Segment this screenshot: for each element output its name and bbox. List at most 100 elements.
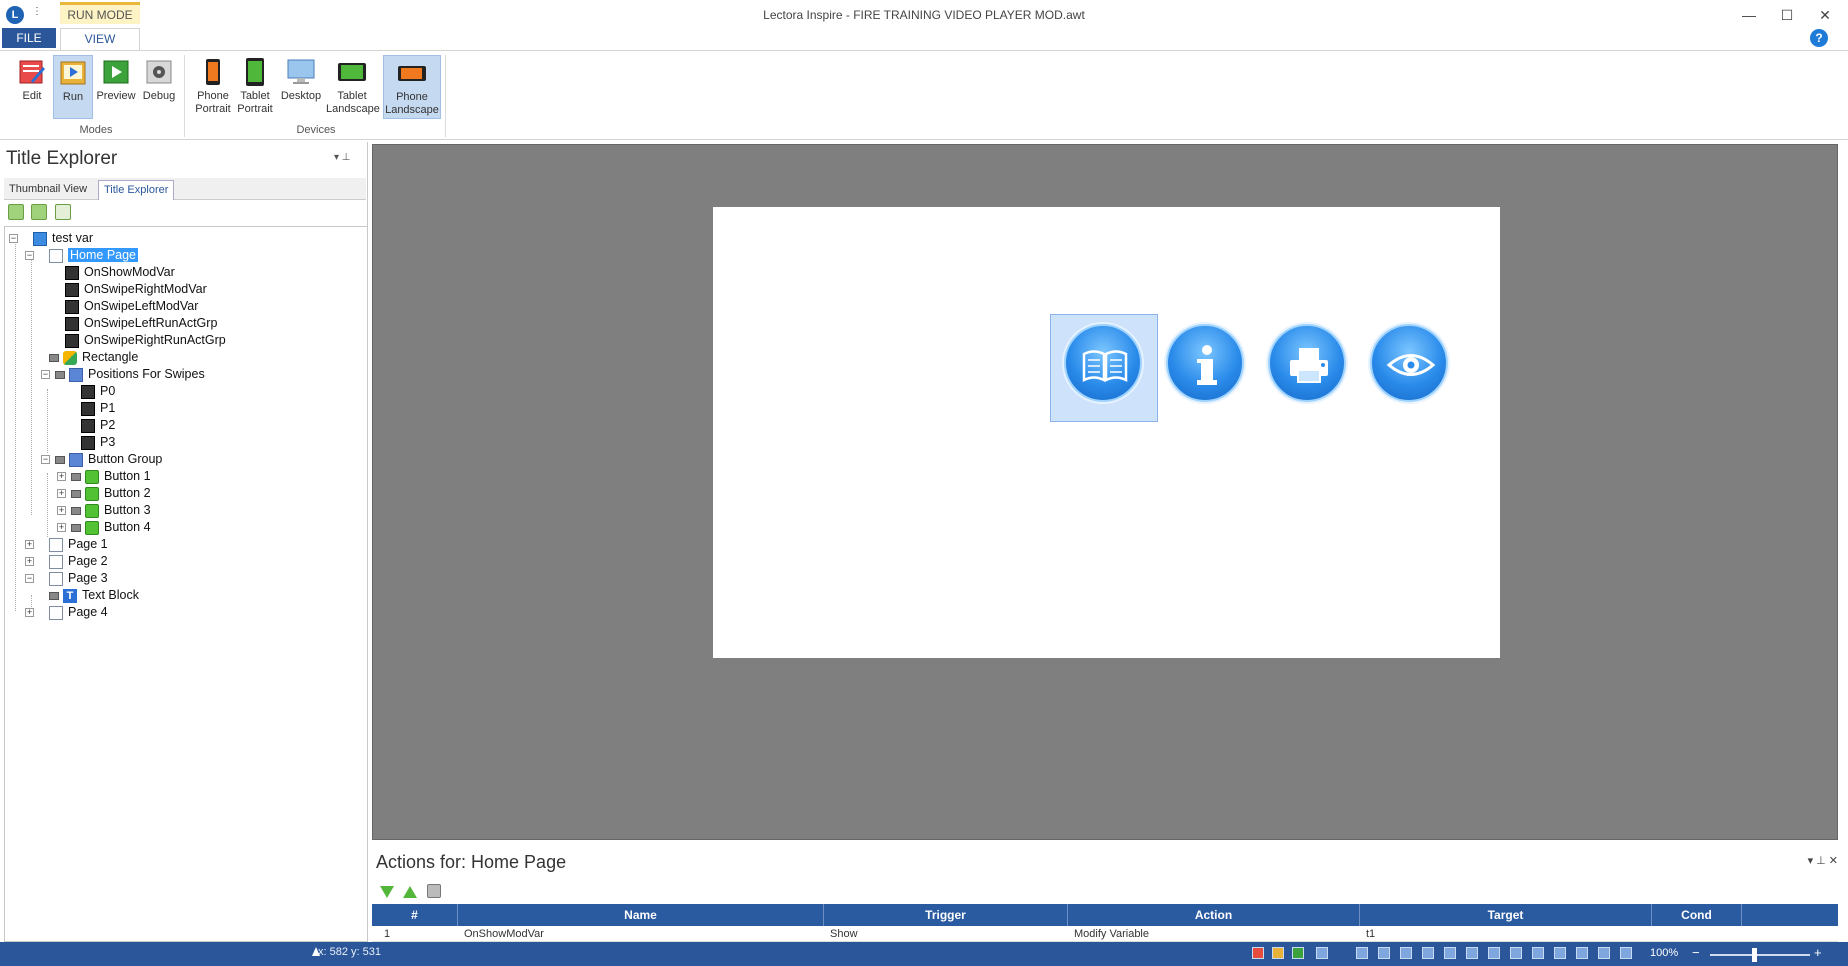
tree-node-action[interactable]: OnSwipeRightModVar [65,280,207,298]
maximize-button[interactable]: ☐ [1774,4,1800,26]
tree-node-action[interactable]: OnSwipeRightRunActGrp [65,331,226,349]
move-down-icon[interactable] [380,886,394,898]
tab-view[interactable]: VIEW [60,28,140,50]
align-right-icon[interactable] [1400,947,1412,959]
tree-node-button[interactable]: + Button 4 [57,518,151,536]
expand-icon[interactable]: + [25,557,34,567]
visibility-box-icon[interactable] [71,472,81,481]
edit-action-icon[interactable] [426,884,441,898]
add-page-icon[interactable] [8,204,24,220]
visibility-box-icon[interactable] [71,523,81,532]
tablet-landscape-button[interactable]: Tablet Landscape [326,55,380,119]
column-header-target[interactable]: Target [1360,904,1652,926]
add-chapter-icon[interactable] [31,204,48,220]
collapse-icon[interactable]: − [9,234,18,244]
tree-node-rectangle[interactable]: Rectangle [49,348,138,366]
expand-icon[interactable]: + [57,523,66,533]
column-header-name[interactable]: Name [458,904,824,926]
zoom-slider-thumb[interactable] [1752,948,1757,962]
column-header-cond[interactable]: Cond [1652,904,1742,926]
tree-node-action[interactable]: P2 [81,416,115,434]
tablet-portrait-button[interactable]: Tablet Portrait [234,55,276,119]
tree-node-action[interactable]: OnShowModVar [65,263,175,281]
column-header-trigger[interactable]: Trigger [824,904,1068,926]
tree-node-text-block[interactable]: T Text Block [49,586,139,604]
book-button[interactable] [1064,324,1142,402]
visibility-box-icon[interactable] [49,353,59,362]
tree-node-button[interactable]: + Button 1 [57,467,151,485]
visibility-box-icon[interactable] [71,506,81,515]
expand-icon[interactable]: + [25,608,34,618]
align-middle-icon[interactable] [1466,947,1478,959]
print-button[interactable] [1268,324,1346,402]
tab-file[interactable]: FILE [2,28,56,48]
align-center-icon[interactable] [1444,947,1456,959]
tree-node-action[interactable]: P1 [81,399,115,417]
tab-thumbnail-view[interactable]: Thumbnail View [4,180,92,200]
visibility-box-icon[interactable] [49,591,59,600]
collapse-icon[interactable]: − [41,370,50,380]
desktop-button[interactable]: Desktop [278,55,324,119]
phone-landscape-button[interactable]: Phone Landscape [383,55,441,119]
tree-node-home-page[interactable]: − Home Page [25,246,139,264]
zoom-in-button[interactable]: + [1814,945,1822,960]
preview-status-icon[interactable] [1292,947,1304,959]
tree-node-page[interactable]: + Page 1 [25,535,108,553]
tree-node-action[interactable]: P3 [81,433,115,451]
publish-icon[interactable] [1316,947,1328,959]
minimize-button[interactable]: — [1736,4,1762,26]
collapse-icon[interactable]: − [25,574,34,584]
tree-node-page[interactable]: + Page 4 [25,603,108,621]
tree-node-positions-group[interactable]: − Positions For Swipes [41,365,205,383]
visibility-box-icon[interactable] [71,489,81,498]
expand-icon[interactable]: + [57,489,66,499]
distribute-vertical-icon[interactable] [1510,947,1522,959]
tree-node-page[interactable]: + Page 2 [25,552,108,570]
align-bottom-icon[interactable] [1422,947,1434,959]
snap-icon[interactable] [1620,947,1632,959]
move-up-icon[interactable] [403,886,418,898]
tree-node-action[interactable]: OnSwipeLeftModVar [65,297,198,315]
grid-icon[interactable] [1598,947,1610,959]
run-status-icon[interactable] [1272,947,1284,959]
explorer-pin-controls[interactable]: ▾ ⊥ [334,152,351,163]
same-height-icon[interactable] [1554,947,1566,959]
zoom-slider-track[interactable] [1710,954,1810,956]
actions-panel-controls[interactable]: ▾ ⊥ ✕ [1808,854,1838,867]
distribute-horizontal-icon[interactable] [1488,947,1500,959]
expand-icon[interactable]: + [25,540,34,550]
align-left-icon[interactable] [1356,947,1368,959]
collapse-icon[interactable]: − [41,455,50,465]
tree-node-button[interactable]: + Button 2 [57,484,151,502]
table-row[interactable]: 1 OnShowModVar Show Modify Variable t1 [372,926,1838,942]
visibility-box-icon[interactable] [55,455,65,464]
column-header-number[interactable]: # [372,904,458,926]
same-width-icon[interactable] [1532,947,1544,959]
tree-node-button[interactable]: + Button 3 [57,501,151,519]
debug-mode-button[interactable]: Debug [139,55,179,119]
close-button[interactable]: ✕ [1812,4,1838,26]
same-size-icon[interactable] [1576,947,1588,959]
tree-node-page[interactable]: − Page 3 [25,569,108,587]
error-check-icon[interactable] [1252,947,1264,959]
tree-node-button-group[interactable]: − Button Group [41,450,162,468]
page-canvas[interactable] [713,207,1500,658]
add-section-icon[interactable] [54,204,71,220]
view-button[interactable] [1370,324,1448,402]
help-icon[interactable]: ? [1810,29,1828,47]
info-button[interactable] [1166,324,1244,402]
tree-node-action[interactable]: OnSwipeLeftRunActGrp [65,314,217,332]
collapse-icon[interactable]: − [25,251,34,261]
expand-icon[interactable]: + [57,506,66,516]
expand-icon[interactable]: + [57,472,66,482]
column-header-action[interactable]: Action [1068,904,1360,926]
preview-mode-button[interactable]: Preview [96,55,136,119]
edit-mode-button[interactable]: Edit [12,55,52,119]
align-top-icon[interactable] [1378,947,1390,959]
tree-node-root[interactable]: − test var [9,229,93,247]
tree-node-action[interactable]: P0 [81,382,115,400]
tab-title-explorer[interactable]: Title Explorer [98,180,175,200]
zoom-out-button[interactable]: − [1692,945,1700,960]
phone-portrait-button[interactable]: Phone Portrait [192,55,234,119]
run-mode-button[interactable]: Run [53,55,93,119]
